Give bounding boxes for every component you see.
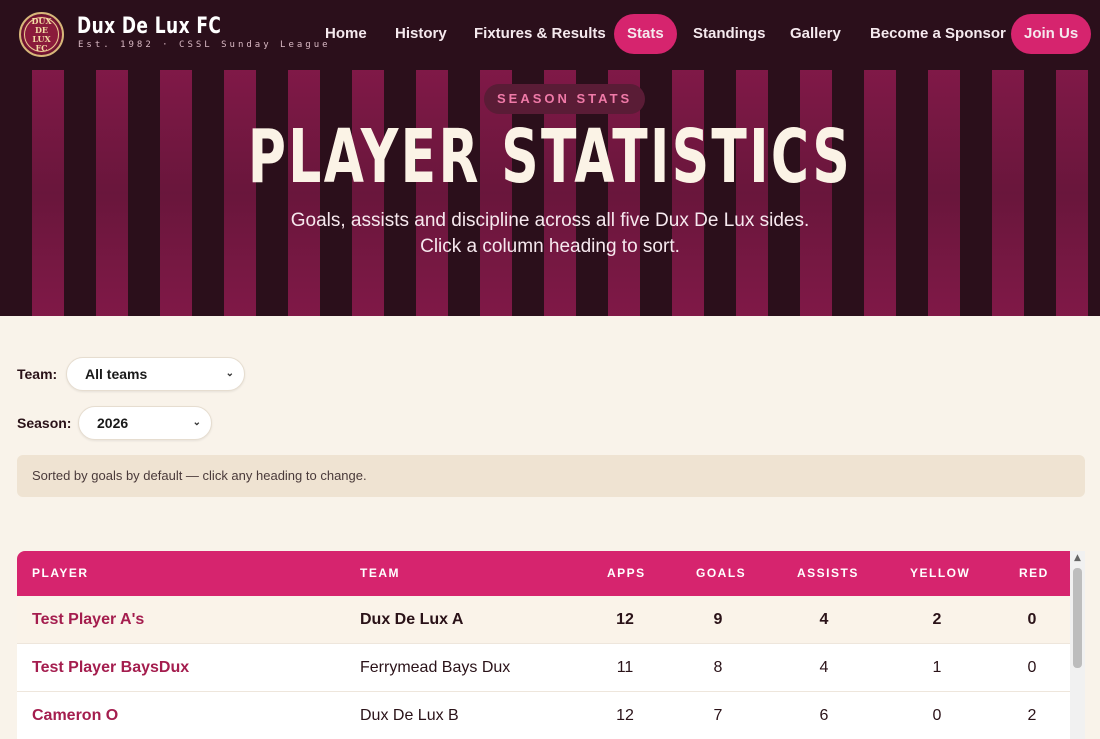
nav-fixtures-results[interactable]: Fixtures & Results: [474, 14, 606, 54]
assists-cell: 4: [819, 659, 829, 676]
scrollbar-thumb[interactable]: [1073, 568, 1082, 668]
club-crest-logo[interactable]: DUX DE LUX FC: [19, 12, 64, 57]
table-header: PLAYER TEAM APPS GOALS ASSISTS YELLOW RE…: [17, 551, 1070, 596]
join-us-button[interactable]: Join Us: [1011, 14, 1092, 54]
hero-subtitle-line1: Goals, assists and discipline across all…: [290, 210, 810, 231]
goals-cell: 9: [713, 611, 723, 628]
red-cell: 0: [1027, 611, 1037, 628]
table-row: Test Player A's Dux De Lux A 12 9 4 2 0: [17, 596, 1070, 644]
chevron-down-icon: ⌄: [225, 368, 234, 379]
table-scrollbar[interactable]: ▲: [1070, 551, 1085, 739]
column-header-yellow[interactable]: YELLOW: [910, 551, 970, 596]
yellow-cell: 0: [932, 707, 942, 724]
nav-stats[interactable]: Stats: [614, 14, 677, 54]
hero-subtitle-line2: Click a column heading to sort.: [420, 236, 680, 257]
sort-hint-note: Sorted by goals by default — click any h…: [17, 455, 1085, 497]
season-select[interactable]: 2026 ⌄: [78, 406, 212, 440]
scroll-up-arrow-icon[interactable]: ▲: [1070, 551, 1085, 565]
apps-cell: 11: [616, 659, 634, 676]
brand-tagline: Est. 1982 · CSSL Sunday League: [78, 40, 331, 50]
player-name-link[interactable]: Cameron O: [32, 692, 118, 739]
season-stats-badge: SEASON STATS: [484, 84, 646, 114]
top-navbar: DUX DE LUX FC Dux De Lux FC Est. 1982 · CS…: [0, 0, 1100, 70]
nav-history[interactable]: History: [395, 14, 447, 54]
column-header-red[interactable]: RED: [1019, 551, 1049, 596]
goals-cell: 7: [713, 707, 723, 724]
assists-cell: 4: [819, 611, 829, 628]
yellow-cell: 1: [932, 659, 942, 676]
hero-banner: SEASON STATS PLAYER STATISTICS Goals, as…: [0, 70, 1100, 316]
team-select[interactable]: All teams ⌄: [66, 357, 245, 391]
red-cell: 2: [1027, 707, 1037, 724]
red-cell: 0: [1027, 659, 1037, 676]
player-stats-table: PLAYER TEAM APPS GOALS ASSISTS YELLOW RE…: [17, 551, 1070, 739]
team-cell: Ferrymead Bays Dux: [360, 659, 511, 676]
column-header-player[interactable]: PLAYER: [32, 551, 89, 596]
goals-cell: 8: [713, 659, 723, 676]
column-header-apps[interactable]: APPS: [607, 551, 646, 596]
player-name-link[interactable]: Test Player A's: [32, 596, 144, 644]
page-title: PLAYER STATISTICS: [247, 114, 853, 200]
season-filter-label: Season:: [17, 415, 72, 431]
club-crest-icon: DUX DE LUX FC: [24, 16, 59, 52]
yellow-cell: 2: [932, 611, 942, 628]
column-header-goals[interactable]: GOALS: [696, 551, 746, 596]
team-select-value: All teams: [85, 366, 148, 382]
column-header-assists[interactable]: ASSISTS: [797, 551, 859, 596]
table-row: Cameron O Dux De Lux B 12 7 6 0 2: [17, 692, 1070, 739]
nav-become-sponsor[interactable]: Become a Sponsor: [870, 14, 1006, 54]
team-cell: Dux De Lux A: [360, 611, 464, 628]
nav-home[interactable]: Home: [325, 14, 367, 54]
table-row: Test Player BaysDux Ferrymead Bays Dux 1…: [17, 644, 1070, 692]
apps-cell: 12: [616, 611, 634, 628]
team-filter-label: Team:: [17, 366, 58, 382]
nav-standings[interactable]: Standings: [693, 14, 766, 54]
assists-cell: 6: [819, 707, 829, 724]
team-cell: Dux De Lux B: [360, 707, 459, 724]
nav-gallery[interactable]: Gallery: [790, 14, 841, 54]
season-select-value: 2026: [97, 415, 129, 431]
apps-cell: 12: [616, 707, 634, 724]
column-header-team[interactable]: TEAM: [360, 551, 400, 596]
player-name-link[interactable]: Test Player BaysDux: [32, 644, 189, 692]
chevron-down-icon: ⌄: [192, 417, 201, 428]
brand-name[interactable]: Dux De Lux FC: [77, 14, 221, 39]
hero-subtitle: Goals, assists and discipline across all…: [0, 208, 1100, 260]
